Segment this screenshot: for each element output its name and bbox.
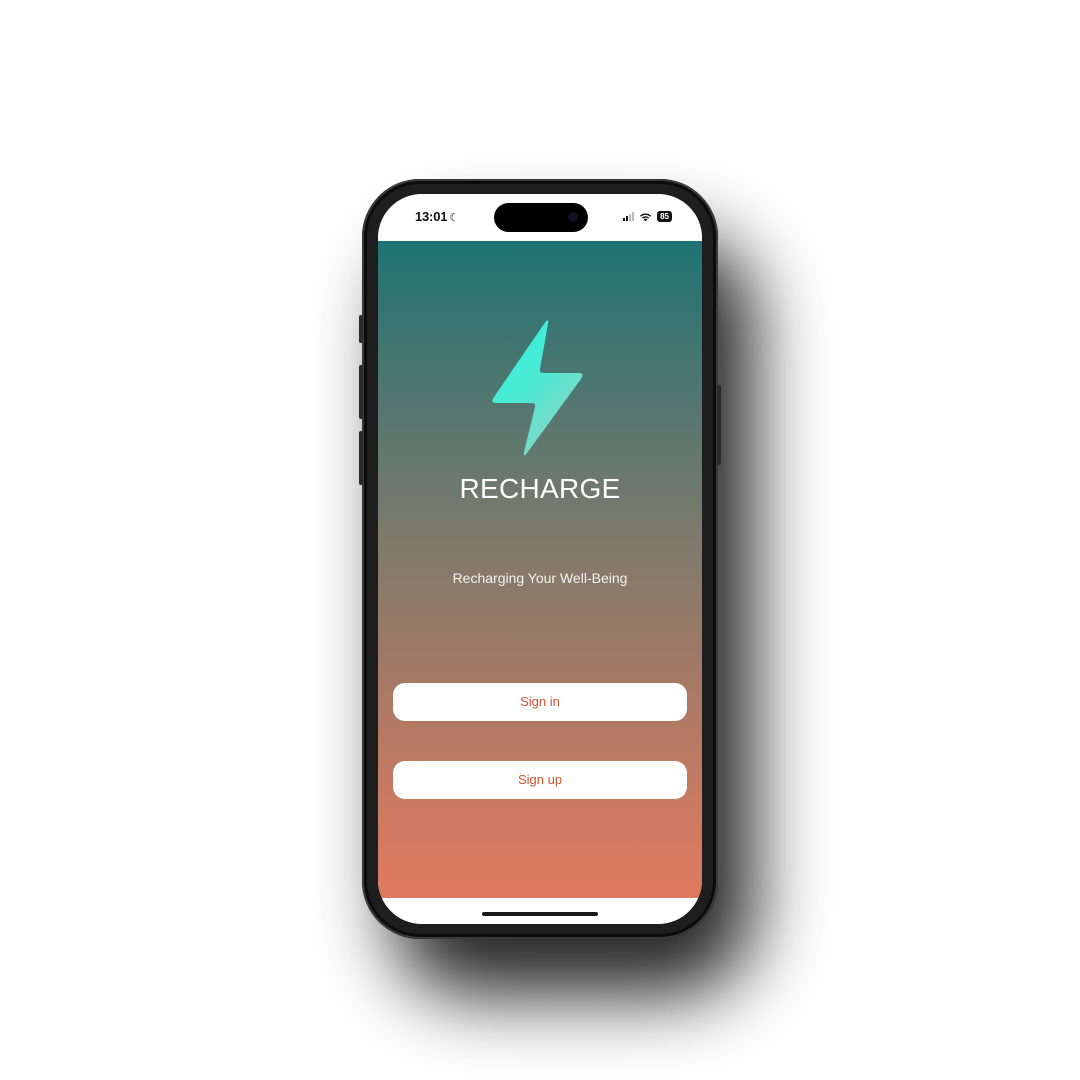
phone-screen: 13:01 ☾ 85 RECHARGE Recharging Your Well…	[378, 194, 702, 924]
status-time: 13:01 ☾	[415, 209, 459, 224]
dynamic-island	[494, 203, 588, 232]
volume-up-button	[359, 365, 363, 419]
app-title: RECHARGE	[459, 473, 621, 504]
lightning-bolt-icon	[492, 320, 583, 456]
volume-down-button	[359, 431, 363, 485]
action-button	[359, 315, 363, 343]
power-button	[717, 385, 721, 465]
status-bar: 13:01 ☾ 85	[378, 194, 702, 241]
sign-in-button[interactable]: Sign in	[393, 683, 687, 721]
home-indicator[interactable]	[482, 912, 598, 916]
splash-content: RECHARGE Recharging Your Well-Being Sign…	[378, 241, 702, 898]
app-tagline: Recharging Your Well-Being	[452, 570, 628, 586]
stage: 13:01 ☾ 85 RECHARGE Recharging Your Well…	[0, 0, 1080, 1080]
phone-frame: 13:01 ☾ 85 RECHARGE Recharging Your Well…	[359, 179, 721, 939]
wifi-icon	[639, 212, 652, 222]
cellular-signal-icon	[623, 212, 635, 221]
sign-up-button[interactable]: Sign up	[393, 761, 687, 799]
camera-icon	[568, 212, 578, 222]
home-indicator-area	[378, 898, 702, 924]
battery-icon: 85	[657, 211, 672, 222]
status-time-text: 13:01	[415, 209, 448, 224]
status-icons: 85	[623, 211, 672, 222]
moon-icon: ☾	[449, 212, 459, 224]
